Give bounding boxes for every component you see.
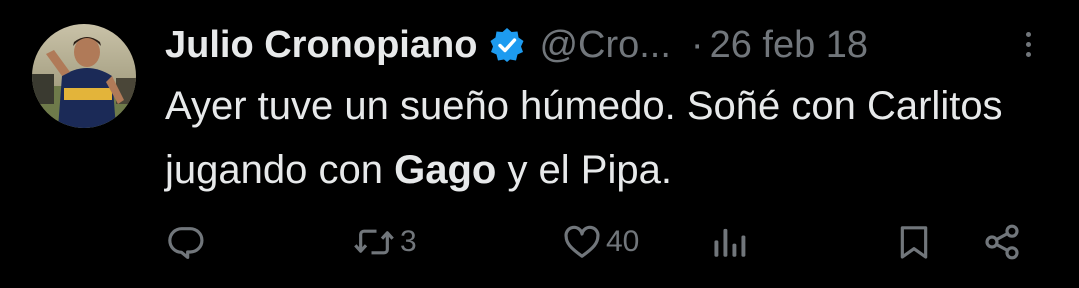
bookmark-button[interactable] (894, 218, 934, 266)
views-icon (712, 222, 748, 262)
retweet-count: 3 (400, 225, 417, 258)
reply-icon (166, 222, 206, 262)
like-count: 40 (606, 225, 640, 258)
tweet-text-bold: Gago (394, 148, 497, 192)
like-button[interactable]: 40 (562, 218, 639, 266)
display-name[interactable]: Julio Cronopiano (165, 24, 477, 67)
avatar[interactable] (32, 24, 136, 128)
tweet-date[interactable]: 26 feb 18 (710, 24, 868, 67)
share-button[interactable] (982, 218, 1022, 266)
tweet-text: Ayer tuve un sueño húmedo. Soñé con Carl… (165, 74, 1055, 202)
tweet[interactable]: Julio Cronopiano @Cro... · 26 feb 18 Aye… (0, 0, 1079, 288)
like-icon (562, 222, 602, 262)
tweet-content: Julio Cronopiano @Cro... · 26 feb 18 Aye… (165, 18, 1055, 202)
reply-button[interactable] (166, 218, 210, 266)
user-handle[interactable]: @Cro... (539, 24, 670, 67)
views-button[interactable] (712, 218, 748, 266)
separator-dot: · (690, 23, 704, 66)
share-icon (982, 222, 1022, 262)
tweet-actions: 3 40 (0, 218, 1079, 266)
verified-badge-icon (489, 27, 525, 63)
tweet-header: Julio Cronopiano @Cro... · 26 feb 18 (165, 18, 1055, 72)
retweet-icon (352, 222, 396, 262)
retweet-button[interactable]: 3 (352, 218, 417, 266)
bookmark-icon (894, 222, 934, 262)
tweet-text-part2: y el Pipa. (496, 148, 672, 192)
more-icon[interactable] (1023, 32, 1033, 62)
